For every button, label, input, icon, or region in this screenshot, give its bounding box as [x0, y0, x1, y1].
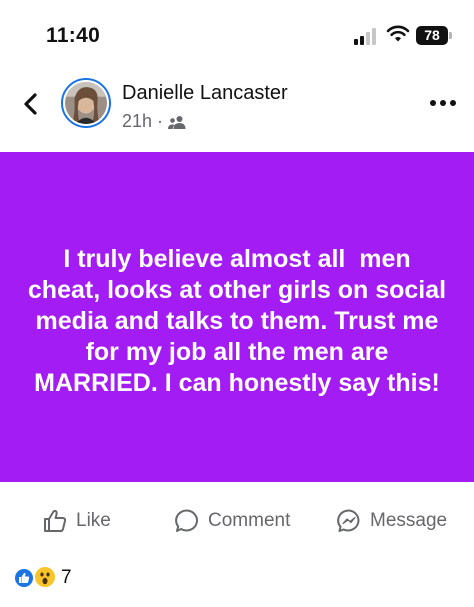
like-label: Like	[76, 510, 111, 531]
more-horizontal-icon[interactable]	[429, 98, 457, 108]
cellular-signal-icon	[354, 27, 380, 45]
post-action-bar: Like Comment Message	[0, 482, 474, 558]
post-header: Danielle Lancaster 21h ·	[0, 70, 474, 152]
post-content: I truly believe almost all men cheat, lo…	[0, 152, 474, 482]
message-button[interactable]: Message	[336, 508, 447, 534]
post-text: I truly believe almost all men cheat, lo…	[27, 244, 454, 397]
facebook-post-screen: 11:40 78 Danielle Lancaster 21h · I trul…	[0, 0, 474, 607]
friends-icon	[168, 115, 186, 129]
avatar-image	[65, 82, 107, 124]
status-bar: 11:40 78	[0, 0, 474, 70]
post-timestamp[interactable]: 21h	[122, 111, 152, 132]
avatar[interactable]	[61, 78, 111, 128]
post-meta: 21h ·	[122, 111, 186, 132]
chevron-left-icon[interactable]	[18, 90, 44, 118]
wifi-icon	[386, 25, 410, 42]
wow-reaction-icon	[33, 565, 57, 589]
message-label: Message	[370, 510, 448, 531]
like-button[interactable]: Like	[42, 508, 111, 534]
battery-cap	[449, 32, 452, 39]
comment-bubble-icon	[175, 509, 198, 532]
avatar-photo	[65, 82, 107, 124]
reaction-count: 7	[61, 567, 72, 588]
reaction-icons	[13, 565, 59, 591]
status-time: 11:40	[46, 24, 101, 47]
comment-button[interactable]: Comment	[174, 508, 290, 534]
author-name[interactable]: Danielle Lancaster	[122, 82, 288, 105]
battery-level: 78	[424, 27, 440, 43]
like-reaction-icon	[13, 567, 35, 589]
reactions-summary[interactable]: 7	[13, 558, 72, 598]
meta-separator: ·	[157, 111, 164, 131]
comment-label: Comment	[208, 510, 291, 531]
thumbs-up-icon	[44, 509, 67, 532]
messenger-icon	[337, 509, 360, 532]
battery-icon: 78	[416, 26, 448, 45]
